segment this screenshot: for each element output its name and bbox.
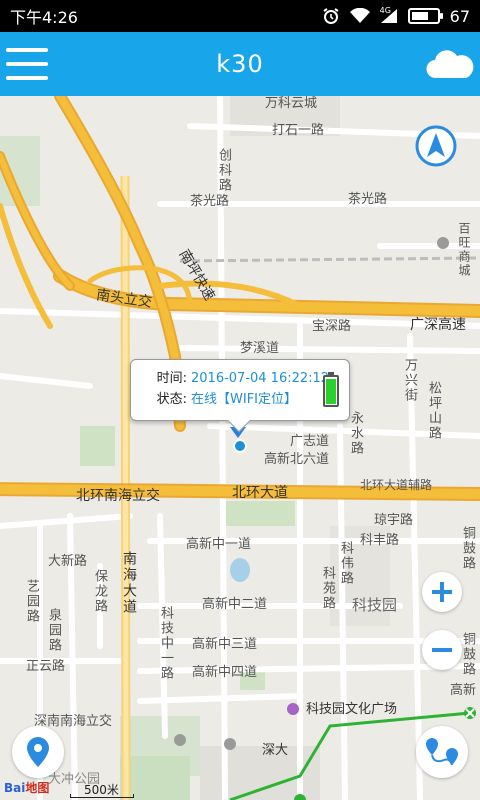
info-time-key: 时间: [156, 371, 187, 386]
device-info-window[interactable]: 时间: 2016-07-04 16:22:12 状态: 在线【WIFI定位】 [130, 359, 350, 433]
map-label: 泉园路 [46, 608, 61, 653]
map-label: 高新中一道 [186, 537, 252, 552]
baidu-map-logo: Bai地图 [4, 779, 49, 796]
menu-bar-line [6, 76, 48, 80]
map-label: 高新 [450, 683, 477, 698]
network-type: 4G [379, 6, 391, 15]
map-label: 茶光路 [348, 192, 388, 207]
route-track-button[interactable] [416, 726, 468, 778]
map-label: 创科路 [216, 148, 231, 193]
map-label: 深大 [262, 743, 289, 758]
map-label: 铜鼓路 [460, 526, 475, 571]
status-icons: 4G 67 [322, 6, 470, 26]
map-label: 永水路 [348, 411, 363, 456]
map-label: 正云路 [26, 659, 66, 674]
map-label: 保龙路 [92, 569, 107, 614]
map-label: 北环南海立交 [76, 488, 160, 504]
menu-button[interactable] [6, 42, 50, 86]
compass-button[interactable] [414, 124, 458, 168]
zoom-in-button[interactable] [422, 572, 462, 612]
page-title: k30 [216, 50, 264, 78]
map-label: 松坪山路 [426, 381, 441, 441]
zoom-in-plus-icon [432, 582, 452, 602]
locate-button[interactable] [12, 726, 64, 778]
map-label: 万兴街 [402, 358, 417, 403]
info-time-value: 2016-07-04 16:22:12 [191, 371, 330, 386]
map-label: 宝深路 [312, 319, 352, 334]
info-status-key: 状态: [156, 392, 187, 407]
map-view[interactable]: 万科云城 打石一路 创科路 茶光路 茶光路 百旺商城 南坪快速 南头立交 广深高… [0, 96, 480, 800]
logo-bai: Bai [4, 781, 26, 795]
cloud-button[interactable] [424, 44, 474, 84]
map-label: 北环大道辅路 [360, 478, 433, 492]
alarm-icon [322, 7, 340, 25]
map-label: 琼宇路 [374, 513, 414, 528]
wifi-icon [349, 8, 370, 24]
map-label: 科技园文化广场 [306, 702, 398, 717]
menu-bar-line [6, 62, 48, 66]
map-label: 铜鼓路 [460, 632, 475, 677]
map-label: 科苑路 [320, 566, 335, 611]
info-status-value: 在线【WIFI定位】 [191, 392, 297, 407]
map-label: 打石一路 [272, 123, 325, 138]
device-battery-icon [323, 372, 339, 407]
map-base [0, 96, 480, 800]
map-label: 科伟路 [338, 541, 353, 586]
map-label: 科技园 [352, 596, 398, 614]
zoom-out-button[interactable] [422, 630, 462, 670]
map-label: 万科云城 [265, 96, 318, 111]
map-label: 南海大道 [121, 551, 137, 615]
compass-navigation-icon [415, 125, 457, 167]
map-label: 高新中二道 [202, 597, 268, 612]
map-label: 大新路 [48, 554, 88, 569]
battery-icon [407, 8, 443, 24]
map-label: 梦溪道 [240, 341, 280, 356]
info-status-row: 状态: 在线【WIFI定位】 [141, 389, 339, 410]
logo-du: 地图 [25, 781, 50, 795]
map-label: 茶光路 [190, 194, 230, 209]
map-label: 科技中一路 [158, 606, 173, 681]
cell-signal-icon: 4G [379, 6, 398, 24]
map-label: 北环大道 [232, 485, 288, 501]
map-label: 高新北六道 [264, 452, 330, 467]
map-label: 艺园路 [24, 579, 39, 624]
map-label: 广深高速 [410, 317, 466, 333]
battery-level-fill [411, 12, 428, 20]
app-bar: k30 [0, 32, 480, 96]
map-label: 高新中四道 [192, 665, 258, 680]
status-bar: 下午4:26 4G 67 [0, 0, 480, 32]
cloud-icon [426, 50, 474, 79]
location-pin-icon [27, 737, 49, 767]
battery-percent: 67 [449, 6, 470, 26]
scale-bar [70, 794, 134, 798]
map-label: 百旺商城 [457, 222, 471, 278]
device-battery-fill [326, 378, 336, 404]
status-time: 下午4:26 [10, 8, 78, 27]
map-label: 广志道 [290, 434, 330, 449]
hamburger-menu-icon [6, 48, 48, 52]
map-label: 科丰路 [360, 533, 400, 548]
zoom-out-minus-icon [432, 648, 452, 652]
map-label: 高新中三道 [192, 637, 258, 652]
info-time-row: 时间: 2016-07-04 16:22:12 [141, 368, 339, 389]
route-track-icon [426, 738, 458, 766]
